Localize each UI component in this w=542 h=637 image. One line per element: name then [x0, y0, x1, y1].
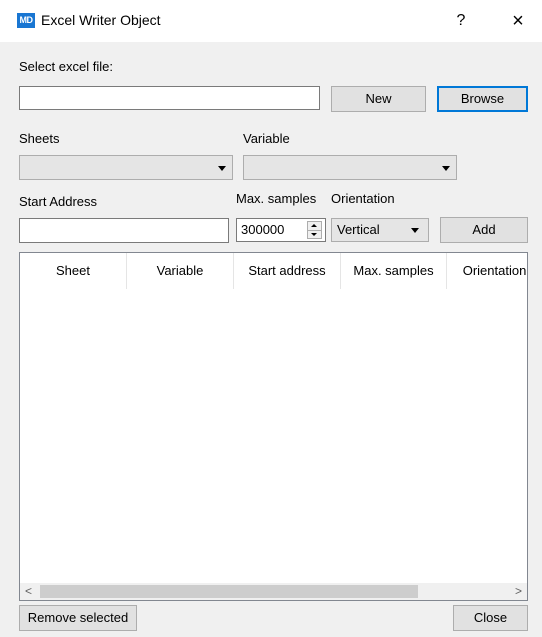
- file-path-input[interactable]: [19, 86, 320, 110]
- column-header-sheet[interactable]: Sheet: [20, 253, 127, 289]
- table-header: Sheet Variable Start address Max. sample…: [20, 253, 527, 289]
- horizontal-scrollbar[interactable]: < >: [20, 583, 527, 600]
- close-window-button[interactable]: ×: [503, 7, 533, 35]
- orientation-selected: Vertical: [337, 222, 380, 237]
- remove-selected-button[interactable]: Remove selected: [19, 605, 137, 631]
- scroll-left-icon[interactable]: <: [20, 583, 37, 600]
- scroll-right-icon[interactable]: >: [510, 583, 527, 600]
- app-icon: MD: [17, 13, 35, 28]
- new-button[interactable]: New: [331, 86, 426, 112]
- close-button[interactable]: Close: [453, 605, 528, 631]
- column-header-variable[interactable]: Variable: [127, 253, 234, 289]
- max-samples-value: 300000: [241, 222, 285, 237]
- column-header-start-address[interactable]: Start address: [234, 253, 341, 289]
- window-title: Excel Writer Object: [41, 12, 161, 28]
- sheets-label: Sheets: [19, 131, 60, 146]
- chevron-down-icon: [411, 228, 419, 233]
- spin-up-icon[interactable]: [308, 222, 321, 230]
- title-bar: MD Excel Writer Object ? ×: [0, 0, 542, 42]
- scrollbar-thumb[interactable]: [40, 585, 418, 598]
- orientation-label: Orientation: [331, 191, 395, 206]
- column-header-orientation[interactable]: Orientation: [447, 253, 527, 289]
- select-file-label: Select excel file:: [19, 59, 113, 74]
- max-samples-label: Max. samples: [236, 191, 317, 206]
- start-address-input[interactable]: [19, 218, 229, 243]
- excel-writer-dialog: MD Excel Writer Object ? × Select excel …: [0, 0, 542, 637]
- browse-button[interactable]: Browse: [437, 86, 528, 112]
- add-button[interactable]: Add: [440, 217, 528, 243]
- chevron-down-icon: [442, 166, 450, 171]
- variable-label: Variable: [243, 131, 290, 146]
- start-address-label: Start Address: [19, 194, 98, 209]
- variable-dropdown[interactable]: [243, 155, 457, 180]
- spin-buttons: [307, 221, 322, 239]
- max-samples-spinbox[interactable]: 300000: [236, 218, 326, 242]
- chevron-down-icon: [218, 166, 226, 171]
- help-button[interactable]: ?: [448, 7, 474, 35]
- column-header-max-samples[interactable]: Max. samples: [341, 253, 447, 289]
- mappings-table[interactable]: Sheet Variable Start address Max. sample…: [19, 252, 528, 601]
- orientation-dropdown[interactable]: Vertical: [331, 218, 429, 242]
- sheets-dropdown[interactable]: [19, 155, 233, 180]
- spin-down-icon[interactable]: [308, 230, 321, 238]
